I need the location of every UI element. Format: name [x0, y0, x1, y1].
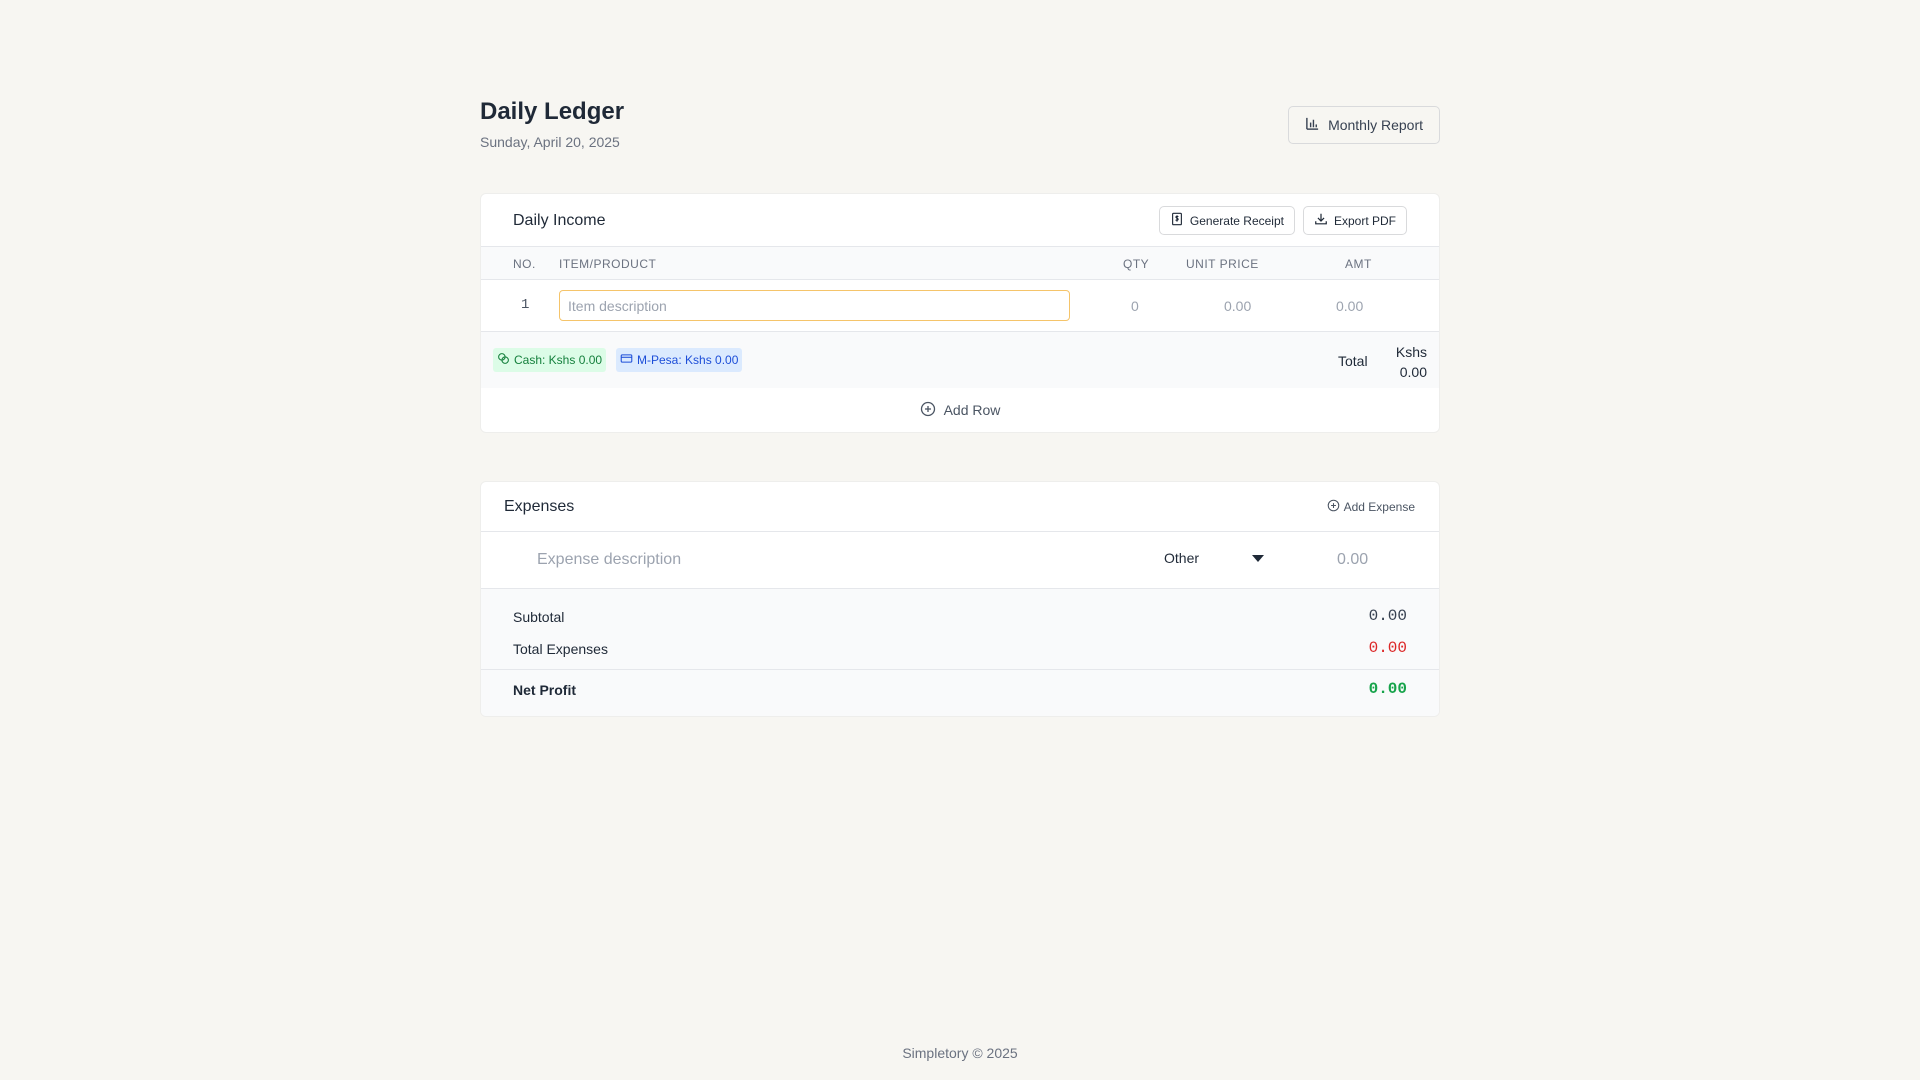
receipt-icon — [1170, 212, 1184, 229]
income-card-header: Daily Income Generate Receipt Export PDF — [481, 194, 1439, 247]
cash-total: Cash: Kshs 0.00 — [514, 353, 603, 367]
qty-field[interactable]: 0 — [1131, 298, 1139, 314]
monthly-report-label: Monthly Report — [1328, 117, 1423, 133]
export-pdf-button[interactable]: Export PDF — [1302, 206, 1407, 235]
column-header-qty: QTY — [1123, 257, 1150, 271]
caret-down-icon — [1252, 550, 1264, 566]
item-description-input[interactable] — [559, 290, 1070, 321]
subtotal-label: Subtotal — [513, 609, 565, 625]
mpesa-total: M-Pesa: Kshs 0.00 — [637, 353, 739, 367]
summary-divider — [481, 669, 1439, 670]
subtotal-line: Subtotal 0.00 — [513, 607, 1407, 627]
income-table-header: NO. ITEM/PRODUCT QTY UNIT PRICE AMT — [481, 247, 1439, 280]
total-label: Total — [1338, 353, 1368, 369]
column-header-amt: AMT — [1345, 257, 1372, 271]
cash-badge: Cash: Kshs 0.00 — [493, 348, 607, 372]
total-expenses-line: Total Expenses 0.00 — [513, 639, 1407, 659]
expenses-card: Expenses Add Expense Other — [480, 481, 1440, 717]
page-header: Daily Ledger Sunday, April 20, 2025 Mont… — [480, 96, 1440, 166]
page-date: Sunday, April 20, 2025 — [480, 134, 620, 150]
expense-description-input[interactable] — [537, 546, 1057, 574]
generate-receipt-label: Generate Receipt — [1189, 213, 1284, 228]
income-totals-row: Cash: Kshs 0.00 M-Pesa: Kshs 0.00 Total … — [481, 332, 1439, 388]
expense-row: Other 0.00 — [481, 532, 1439, 589]
daily-income-card: Daily Income Generate Receipt Export PDF… — [480, 193, 1440, 433]
net-profit-value: 0.00 — [1368, 680, 1407, 698]
column-header-item: ITEM/PRODUCT — [559, 257, 657, 271]
income-title: Daily Income — [513, 212, 606, 229]
add-expense-label: Add Expense — [1343, 500, 1415, 514]
net-profit-label: Net Profit — [513, 682, 576, 698]
expenses-summary: Subtotal 0.00 Total Expenses 0.00 Net Pr… — [481, 589, 1439, 716]
unit-price-field[interactable]: 0.00 — [1224, 298, 1251, 314]
credit-card-icon — [620, 352, 633, 368]
coins-icon — [497, 352, 510, 368]
bar-chart-icon — [1305, 116, 1320, 134]
plus-circle-icon — [920, 401, 936, 420]
total-expenses-label: Total Expenses — [513, 641, 608, 657]
expenses-card-header: Expenses Add Expense — [481, 482, 1439, 532]
income-actions: Generate Receipt Export PDF — [1158, 206, 1407, 235]
expense-amount-field[interactable]: 0.00 — [1337, 551, 1368, 569]
total-value: Kshs 0.00 — [1395, 344, 1427, 380]
generate-receipt-button[interactable]: Generate Receipt — [1158, 206, 1295, 235]
mpesa-badge: M-Pesa: Kshs 0.00 — [616, 348, 743, 372]
expense-category-select[interactable]: Other — [1164, 546, 1264, 570]
download-icon — [1314, 212, 1328, 229]
net-profit-line: Net Profit 0.00 — [513, 680, 1407, 700]
expense-category-value: Other — [1164, 550, 1200, 566]
add-row-label: Add Row — [943, 402, 1001, 418]
amount-value: 0.00 — [1336, 298, 1364, 314]
footer: Simpletory © 2025 — [902, 1045, 1018, 1061]
add-row-button[interactable]: Add Row — [481, 388, 1439, 432]
column-header-no: NO. — [513, 257, 536, 271]
export-pdf-label: Export PDF — [1333, 213, 1396, 228]
add-expense-button[interactable]: Add Expense — [1327, 499, 1415, 515]
row-number: 1 — [521, 297, 530, 313]
expenses-title: Expenses — [504, 498, 575, 515]
page-title: Daily Ledger — [480, 98, 625, 125]
total-expenses-value: 0.00 — [1368, 639, 1407, 657]
table-row: 1 0 0.00 0.00 — [481, 280, 1439, 332]
monthly-report-button[interactable]: Monthly Report — [1288, 106, 1440, 144]
column-header-unit-price: UNIT PRICE — [1186, 257, 1259, 271]
subtotal-value: 0.00 — [1368, 607, 1407, 625]
plus-circle-icon — [1327, 499, 1340, 515]
